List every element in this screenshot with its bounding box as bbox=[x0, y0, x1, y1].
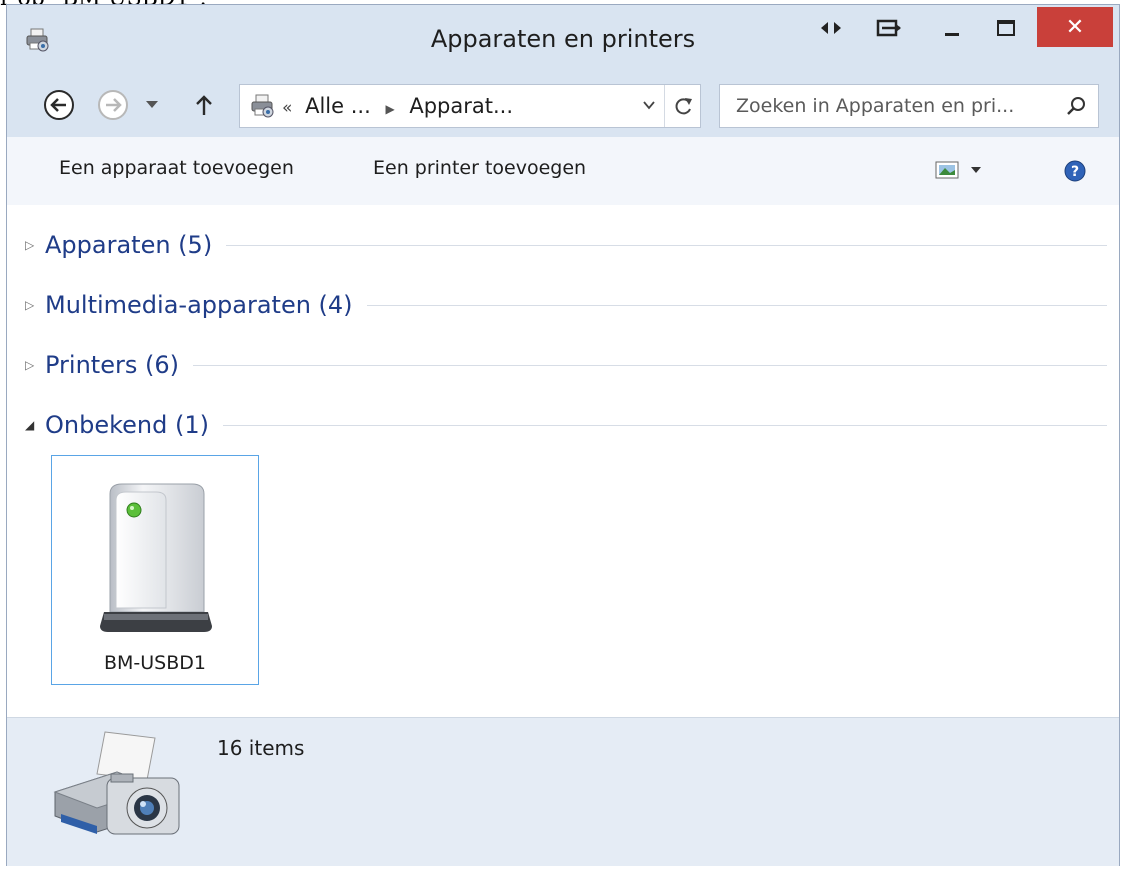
refresh-icon[interactable] bbox=[674, 95, 694, 121]
address-field[interactable]: « Alle ... ▶ Apparat... bbox=[239, 84, 701, 128]
back-button[interactable] bbox=[41, 87, 77, 123]
close-icon: ✕ bbox=[1065, 14, 1085, 40]
group-header-unknown[interactable]: ◢ Onbekend (1) bbox=[25, 405, 1107, 445]
breadcrumb: « Alle ... ▶ Apparat... bbox=[282, 94, 513, 118]
forward-button[interactable] bbox=[95, 87, 131, 123]
search-input[interactable] bbox=[734, 91, 1048, 121]
devices-view: ▷ Apparaten (5) ▷ Multimedia-apparaten (… bbox=[7, 205, 1119, 717]
device-tile-bm-usbd1[interactable]: BM-USBD1 bbox=[51, 455, 259, 685]
group-label: Printers (6) bbox=[45, 351, 179, 379]
group-label: Onbekend (1) bbox=[45, 411, 209, 439]
device-name: BM-USBD1 bbox=[103, 652, 206, 674]
explorer-window: Apparaten en printers ✕ « Alle ... ▶ App… bbox=[6, 4, 1120, 866]
breadcrumb-separator-icon[interactable]: ▶ bbox=[385, 102, 394, 116]
breadcrumb-overflow-icon[interactable]: « bbox=[282, 98, 292, 118]
group-header-devices[interactable]: ▷ Apparaten (5) bbox=[25, 225, 1107, 265]
group-label: Apparaten (5) bbox=[45, 231, 213, 259]
devices-printers-icon bbox=[47, 728, 187, 850]
restore-app-icon[interactable] bbox=[873, 13, 905, 43]
group-divider bbox=[192, 364, 1107, 366]
expand-icon[interactable]: ▷ bbox=[25, 358, 45, 372]
breadcrumb-item-devices[interactable]: Apparat... bbox=[409, 94, 513, 118]
expand-icon[interactable]: ▷ bbox=[25, 298, 45, 312]
collapse-icon[interactable]: ◢ bbox=[25, 418, 45, 432]
group-label: Multimedia-apparaten (4) bbox=[45, 291, 353, 319]
snap-icon[interactable] bbox=[817, 13, 845, 43]
minimize-icon[interactable] bbox=[935, 13, 969, 43]
expand-icon[interactable]: ▷ bbox=[25, 238, 45, 252]
breadcrumb-item-all[interactable]: Alle ... bbox=[305, 94, 371, 118]
address-bar: « Alle ... ▶ Apparat... bbox=[7, 77, 1119, 137]
up-icon[interactable] bbox=[191, 87, 217, 123]
details-pane: 16 items bbox=[7, 717, 1119, 866]
svg-text:?: ? bbox=[1071, 164, 1079, 180]
address-divider bbox=[664, 85, 665, 127]
add-printer-button[interactable]: Een printer toevoegen bbox=[373, 157, 586, 179]
group-header-printers[interactable]: ▷ Printers (6) bbox=[25, 345, 1107, 385]
group-divider bbox=[222, 424, 1107, 426]
recent-dropdown-icon[interactable] bbox=[141, 87, 163, 123]
search-field[interactable] bbox=[719, 84, 1099, 128]
usb-device-icon bbox=[100, 480, 212, 644]
maximize-icon[interactable] bbox=[989, 13, 1023, 43]
forward-icon bbox=[98, 90, 128, 120]
command-bar: Een apparaat toevoegen Een printer toevo… bbox=[7, 137, 1119, 206]
group-divider bbox=[226, 244, 1107, 246]
item-count: 16 items bbox=[217, 736, 305, 760]
search-icon[interactable] bbox=[1066, 96, 1086, 120]
title-bar: Apparaten en printers ✕ bbox=[7, 5, 1119, 77]
group-header-multimedia[interactable]: ▷ Multimedia-apparaten (4) bbox=[25, 285, 1107, 325]
back-icon bbox=[44, 90, 74, 120]
help-icon[interactable]: ? bbox=[1063, 159, 1087, 187]
view-options-icon[interactable] bbox=[935, 159, 985, 185]
close-button[interactable]: ✕ bbox=[1037, 7, 1113, 47]
address-dropdown-icon[interactable] bbox=[642, 97, 656, 116]
devices-printers-icon bbox=[250, 93, 276, 123]
add-device-button[interactable]: Een apparaat toevoegen bbox=[59, 157, 294, 179]
group-divider bbox=[366, 304, 1107, 306]
